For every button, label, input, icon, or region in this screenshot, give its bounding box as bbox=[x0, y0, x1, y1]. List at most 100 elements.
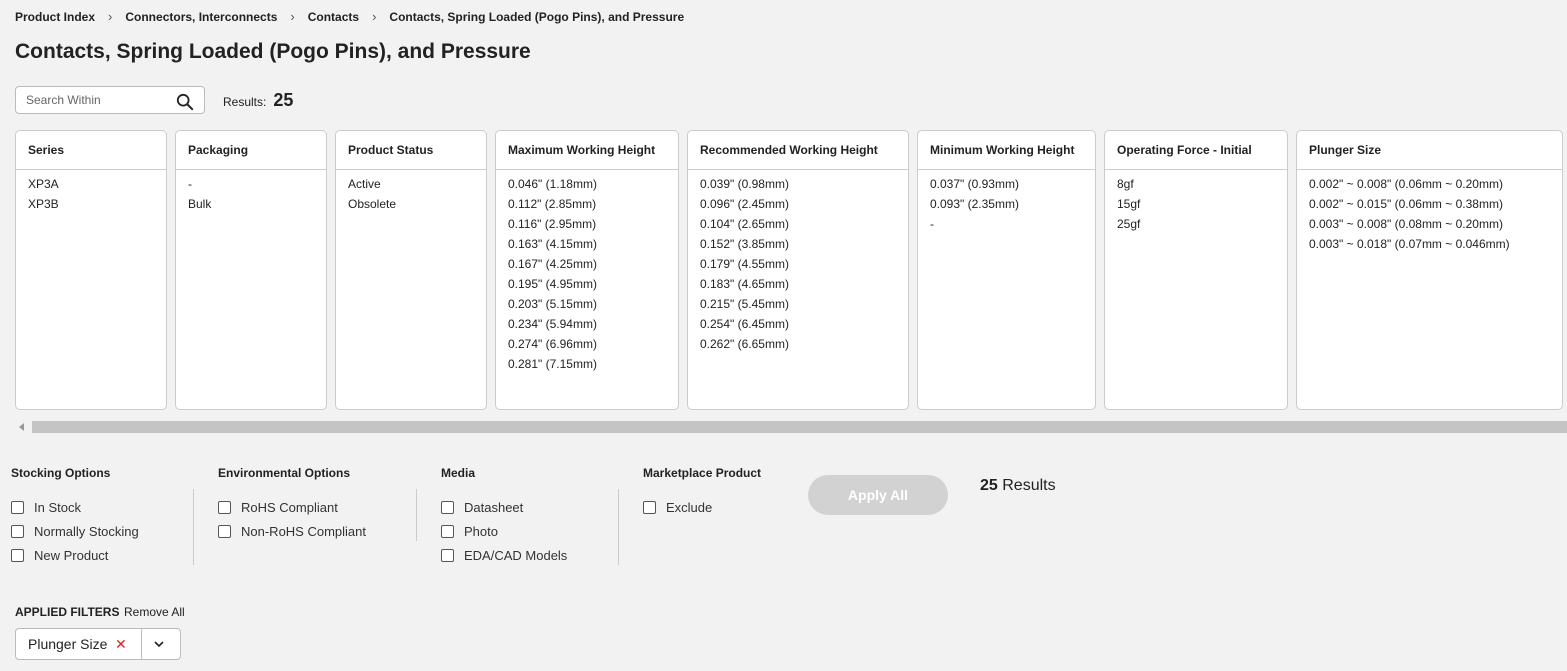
filter-option[interactable]: 0.002" ~ 0.015" (0.06mm ~ 0.38mm) bbox=[1309, 194, 1562, 214]
filter-options-list: 0.002" ~ 0.008" (0.06mm ~ 0.20mm) 0.002"… bbox=[1297, 170, 1562, 254]
filter-options-list: 0.037" (0.93mm) 0.093" (2.35mm) - bbox=[918, 170, 1095, 234]
filter-option[interactable]: 0.203" (5.15mm) bbox=[508, 294, 678, 314]
filter-option[interactable]: Obsolete bbox=[348, 194, 486, 214]
breadcrumb-connectors[interactable]: Connectors, Interconnects bbox=[125, 10, 277, 24]
checkbox-icon[interactable] bbox=[218, 524, 231, 538]
scroll-left-arrow-icon[interactable] bbox=[19, 423, 24, 431]
filter-option[interactable]: 0.179" (4.55mm) bbox=[700, 254, 908, 274]
remove-all-link[interactable]: Remove All bbox=[124, 605, 185, 619]
filter-option[interactable]: 0.116" (2.95mm) bbox=[508, 214, 678, 234]
checkbox-icon[interactable] bbox=[11, 524, 24, 538]
checkbox-icon[interactable] bbox=[441, 524, 454, 538]
chip-divider bbox=[141, 629, 142, 659]
chevron-right-icon: › bbox=[290, 9, 295, 24]
filter-option[interactable]: 0.003" ~ 0.008" (0.08mm ~ 0.20mm) bbox=[1309, 214, 1562, 234]
applied-filters-label: APPLIED FILTERS bbox=[15, 605, 120, 619]
checkbox-non-rohs-compliant[interactable]: Non-RoHS Compliant bbox=[218, 519, 366, 543]
filter-option[interactable]: 0.093" (2.35mm) bbox=[930, 194, 1095, 214]
checkbox-rohs-compliant[interactable]: RoHS Compliant bbox=[218, 495, 366, 519]
results-label: Results: bbox=[223, 95, 267, 109]
filter-option[interactable]: - bbox=[188, 174, 326, 194]
chevron-down-icon[interactable] bbox=[153, 638, 165, 650]
checkbox-icon[interactable] bbox=[11, 500, 24, 514]
filter-card-title: Recommended Working Height bbox=[688, 131, 908, 170]
filter-option[interactable]: - bbox=[930, 214, 1095, 234]
checkbox-icon[interactable] bbox=[643, 500, 656, 514]
filter-option[interactable]: 0.262" (6.65mm) bbox=[700, 334, 908, 354]
filter-option[interactable]: 0.096" (2.45mm) bbox=[700, 194, 908, 214]
filter-card-product-status: Product Status Active Obsolete bbox=[335, 130, 487, 410]
checkbox-exclude[interactable]: Exclude bbox=[643, 495, 761, 519]
filter-option[interactable]: 0.195" (4.95mm) bbox=[508, 274, 678, 294]
filter-card-title: Maximum Working Height bbox=[496, 131, 678, 170]
results-summary: Results: 25 bbox=[223, 90, 293, 111]
media-options-title: Media bbox=[441, 466, 476, 480]
filter-option[interactable]: Active bbox=[348, 174, 486, 194]
filter-card-title: Series bbox=[16, 131, 166, 170]
filter-card-recommended-working-height: Recommended Working Height 0.039" (0.98m… bbox=[687, 130, 909, 410]
filter-card-maximum-working-height: Maximum Working Height 0.046" (1.18mm) 0… bbox=[495, 130, 679, 410]
checkbox-new-product[interactable]: New Product bbox=[11, 543, 139, 567]
checkbox-in-stock[interactable]: In Stock bbox=[11, 495, 139, 519]
filter-card-title: Packaging bbox=[176, 131, 326, 170]
filter-option[interactable]: 0.152" (3.85mm) bbox=[700, 234, 908, 254]
filter-option[interactable]: 0.003" ~ 0.018" (0.07mm ~ 0.046mm) bbox=[1309, 234, 1562, 254]
divider bbox=[193, 489, 194, 565]
filter-card-packaging: Packaging - Bulk bbox=[175, 130, 327, 410]
filter-options-list: - Bulk bbox=[176, 170, 326, 214]
marketplace-options-group: Marketplace Product Exclude bbox=[643, 466, 761, 519]
checkbox-label: RoHS Compliant bbox=[241, 499, 338, 515]
search-icon[interactable] bbox=[176, 93, 194, 111]
horizontal-scrollbar[interactable] bbox=[15, 421, 1567, 433]
filter-card-plunger-size: Plunger Size 0.002" ~ 0.008" (0.06mm ~ 0… bbox=[1296, 130, 1563, 410]
checkbox-label: Normally Stocking bbox=[34, 523, 139, 539]
filter-option[interactable]: 0.112" (2.85mm) bbox=[508, 194, 678, 214]
filter-card-minimum-working-height: Minimum Working Height 0.037" (0.93mm) 0… bbox=[917, 130, 1096, 410]
checkbox-photo[interactable]: Photo bbox=[441, 519, 567, 543]
checkbox-normally-stocking[interactable]: Normally Stocking bbox=[11, 519, 139, 543]
filter-option[interactable]: 0.254" (6.45mm) bbox=[700, 314, 908, 334]
filter-option[interactable]: 0.002" ~ 0.008" (0.06mm ~ 0.20mm) bbox=[1309, 174, 1562, 194]
filter-option[interactable]: 0.039" (0.98mm) bbox=[700, 174, 908, 194]
filter-option[interactable]: 0.167" (4.25mm) bbox=[508, 254, 678, 274]
divider bbox=[416, 489, 417, 541]
filter-option[interactable]: 0.281" (7.15mm) bbox=[508, 354, 678, 374]
page-title: Contacts, Spring Loaded (Pogo Pins), and… bbox=[15, 40, 531, 63]
breadcrumb-current[interactable]: Contacts, Spring Loaded (Pogo Pins), and… bbox=[389, 10, 684, 24]
checkbox-eda-cad-models[interactable]: EDA/CAD Models bbox=[441, 543, 567, 567]
filter-option[interactable]: 0.163" (4.15mm) bbox=[508, 234, 678, 254]
checkbox-icon[interactable] bbox=[11, 548, 24, 562]
results-bottom-count: 25 bbox=[980, 477, 998, 494]
close-icon[interactable]: ✕ bbox=[115, 636, 127, 653]
filter-option[interactable]: 0.234" (5.94mm) bbox=[508, 314, 678, 334]
breadcrumb-product-index[interactable]: Product Index bbox=[15, 10, 95, 24]
filter-card-operating-force: Operating Force - Initial 8gf 15gf 25gf bbox=[1104, 130, 1288, 410]
media-options-group: Media Datasheet Photo EDA/CAD Models bbox=[441, 466, 567, 567]
breadcrumb-contacts[interactable]: Contacts bbox=[308, 10, 359, 24]
filter-option[interactable]: 0.215" (5.45mm) bbox=[700, 294, 908, 314]
filter-option[interactable]: 0.274" (6.96mm) bbox=[508, 334, 678, 354]
checkbox-icon[interactable] bbox=[441, 500, 454, 514]
apply-all-button[interactable]: Apply All bbox=[808, 475, 948, 515]
filter-option[interactable]: 0.037" (0.93mm) bbox=[930, 174, 1095, 194]
filter-option[interactable]: 0.046" (1.18mm) bbox=[508, 174, 678, 194]
filter-option[interactable]: 8gf bbox=[1117, 174, 1287, 194]
search-within-box bbox=[15, 86, 205, 114]
filter-option[interactable]: 25gf bbox=[1117, 214, 1287, 234]
checkbox-icon[interactable] bbox=[218, 500, 231, 514]
filter-option[interactable]: XP3A bbox=[28, 174, 166, 194]
breadcrumb: Product Index › Connectors, Interconnect… bbox=[15, 9, 684, 24]
results-bottom-label: Results bbox=[1002, 477, 1056, 494]
filter-option[interactable]: Bulk bbox=[188, 194, 326, 214]
filter-option[interactable]: 15gf bbox=[1117, 194, 1287, 214]
filter-options-list: Active Obsolete bbox=[336, 170, 486, 214]
checkbox-icon[interactable] bbox=[441, 548, 454, 562]
filter-option[interactable]: 0.183" (4.65mm) bbox=[700, 274, 908, 294]
scrollbar-thumb[interactable] bbox=[32, 421, 1567, 433]
search-input[interactable] bbox=[24, 92, 173, 108]
filter-option[interactable]: XP3B bbox=[28, 194, 166, 214]
filter-card-title: Plunger Size bbox=[1297, 131, 1562, 170]
applied-filter-chip[interactable]: Plunger Size ✕ bbox=[15, 628, 181, 660]
checkbox-datasheet[interactable]: Datasheet bbox=[441, 495, 567, 519]
filter-option[interactable]: 0.104" (2.65mm) bbox=[700, 214, 908, 234]
